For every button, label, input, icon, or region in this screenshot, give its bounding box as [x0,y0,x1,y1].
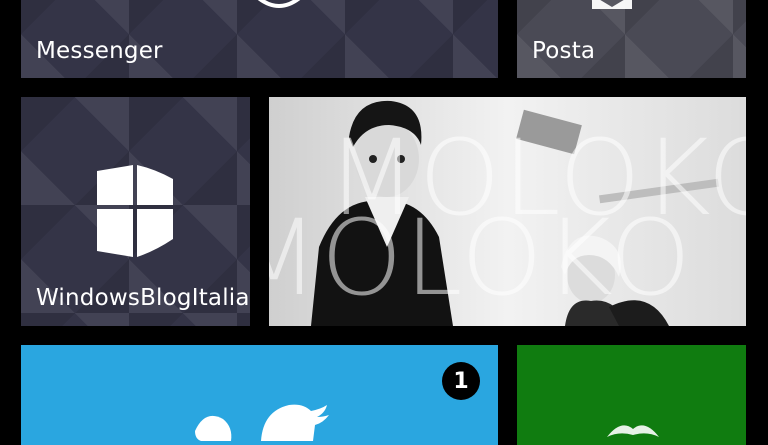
xbox-tile[interactable] [517,345,746,445]
photo-tile[interactable]: MOLOKO MOLOKO [269,97,746,326]
twitter-bird-icon [191,401,331,441]
xbox-icon [603,417,663,437]
windowsblogitalia-tile[interactable]: WindowsBlogItalia [21,97,250,326]
notification-badge: 1 [442,362,480,400]
twitter-tile[interactable]: 1 [21,345,498,445]
messenger-tile[interactable]: Messenger [21,0,498,78]
windowsblogitalia-label: WindowsBlogItalia [36,285,250,311]
messenger-label: Messenger [36,38,163,64]
photo-overlay-text-bottom: MOLOKO [269,197,694,319]
messenger-icon [249,0,309,10]
mail-label: Posta [532,38,596,64]
mail-icon [592,0,632,9]
mail-tile[interactable]: Posta [517,0,746,78]
windows-logo-icon [97,165,175,257]
